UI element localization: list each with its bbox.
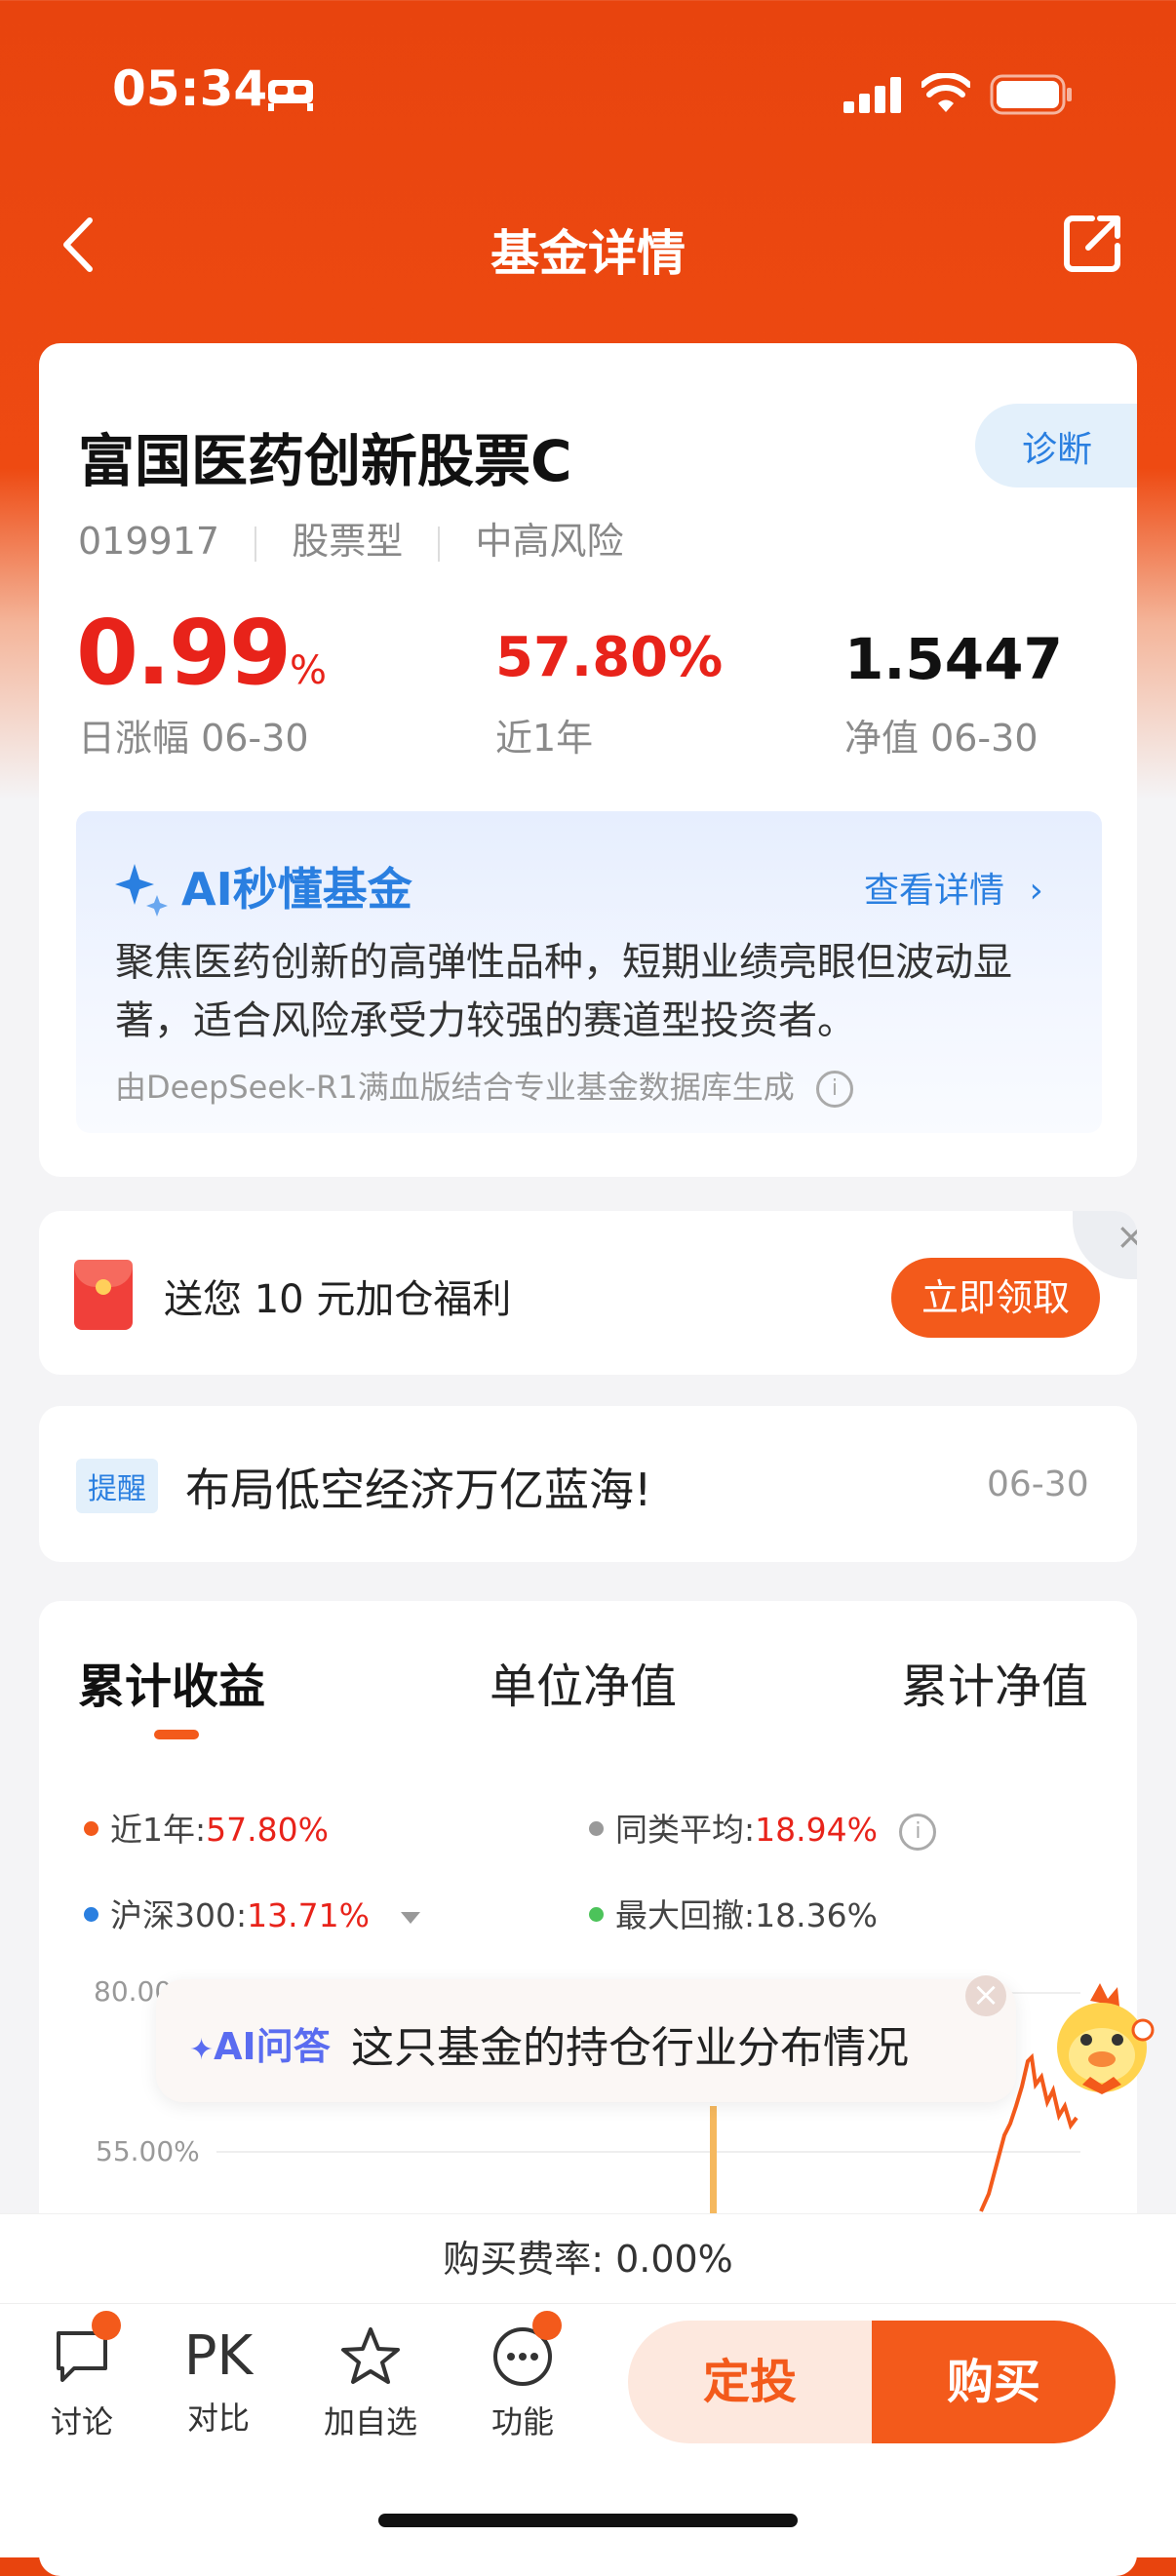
home-indicator[interactable]: [378, 2514, 798, 2527]
share-icon[interactable]: [1063, 213, 1123, 277]
ai-qa-label: ✦AI问答: [189, 2016, 331, 2070]
ai-card-link-label: 查看详情: [864, 871, 1005, 911]
dropdown-icon[interactable]: [401, 1911, 421, 1924]
claim-button[interactable]: 立即领取: [891, 1258, 1100, 1338]
tab-accumulated-nav[interactable]: 累计净值: [901, 1648, 1088, 1716]
notice-text: 布局低空经济万亿蓝海!: [185, 1464, 652, 1516]
info-icon[interactable]: i: [899, 1813, 937, 1851]
claim-button-label: 立即领取: [921, 1276, 1070, 1319]
legend-year-value: 57.80%: [206, 1811, 329, 1849]
ai-card-link[interactable]: 查看详情 ›: [864, 862, 1043, 913]
daily-change-value: 0.99: [76, 601, 292, 705]
ai-card-title: AI秒懂基金: [181, 863, 412, 916]
legend-dot-average: [589, 1821, 604, 1836]
watchlist-label: 加自选: [323, 2403, 417, 2440]
close-ai-qa-button[interactable]: ×: [965, 1975, 1006, 2016]
pk-icon: PK: [183, 2324, 254, 2388]
tab-active-indicator: [154, 1730, 199, 1739]
tab-unit-nav[interactable]: 单位净值: [490, 1648, 677, 1716]
chart-y-label-mid: 55.00%: [96, 2135, 200, 2167]
fee-text: 购买费率: 0.00%: [443, 2238, 733, 2281]
discuss-button[interactable]: 讨论: [23, 2325, 140, 2442]
info-icon[interactable]: i: [815, 1071, 853, 1108]
close-icon: ×: [1116, 1215, 1137, 1258]
promo-text: 送您 10 元加仓福利: [164, 1277, 512, 1322]
legend-drawdown-value: 18.36%: [755, 1896, 878, 1934]
ai-summary-card[interactable]: AI秒懂基金 查看详情 › 聚焦医药创新的高弹性品种，短期业绩亮眼但波动显著，适…: [76, 811, 1102, 1133]
fund-risk: 中高风险: [475, 520, 624, 563]
signal-icon: [843, 76, 902, 113]
notice-badge: 提醒: [76, 1459, 158, 1513]
fund-name: 富国医药创新股票C: [78, 428, 572, 494]
meta-divider: [438, 526, 441, 562]
legend-year-label: 近1年:: [110, 1811, 207, 1849]
daily-change-label: 日涨幅 06-30: [78, 717, 309, 760]
legend-hs300-value: 13.71%: [247, 1896, 370, 1934]
status-time: 05:34: [112, 60, 268, 117]
legend-hs300[interactable]: 沪深300:13.71%: [84, 1890, 421, 1936]
notification-dot: [532, 2311, 562, 2340]
daily-change: 0.99%: [76, 601, 327, 705]
legend-hs300-label: 沪深300:: [110, 1896, 248, 1934]
chart-marker-line: [710, 2106, 717, 2213]
diagnose-button[interactable]: 诊断: [975, 404, 1137, 488]
year-return-label: 近1年: [495, 717, 594, 760]
fund-type: 股票型: [292, 520, 404, 563]
sparkle-icon: [113, 860, 172, 922]
sip-button[interactable]: 定投: [628, 2321, 872, 2443]
legend-drawdown: 最大回撤:18.36%: [589, 1890, 878, 1936]
tab-cumulative-return[interactable]: 累计收益: [78, 1648, 265, 1716]
legend-dot-hs300: [84, 1907, 98, 1922]
legend-year: 近1年:57.80%: [84, 1804, 329, 1851]
page-title: 基金详情: [490, 225, 686, 282]
ai-card-summary: 聚焦医药创新的高弹性品种，短期业绩亮眼但波动显著，适合风险承受力较强的赛道型投资…: [115, 940, 1012, 1043]
notification-dot: [92, 2311, 121, 2340]
functions-button[interactable]: 功能: [464, 2325, 581, 2442]
fee-strip: 购买费率: 0.00%: [0, 2213, 1176, 2304]
legend-avg-label: 同类平均:: [615, 1811, 756, 1849]
fund-code: 019917: [78, 520, 220, 563]
notice-date: 06-30: [987, 1464, 1089, 1504]
diagnose-label: 诊断: [1022, 430, 1093, 470]
red-envelope-icon: [74, 1260, 133, 1330]
ai-qa-question: 这只基金的持仓行业分布情况: [351, 2023, 909, 2073]
meta-divider: [255, 526, 257, 562]
legend-drawdown-label: 最大回撤:: [615, 1896, 756, 1934]
ai-qa-bubble[interactable]: ✦AI问答 这只基金的持仓行业分布情况: [156, 1979, 1016, 2102]
fund-header-card: 富国医药创新股票C 诊断 019917 股票型 中高风险 0.99% 日涨幅 0…: [39, 343, 1137, 1177]
ai-qa-label-text: AI问答: [214, 2025, 331, 2068]
legend-dot-year: [84, 1821, 98, 1836]
nav-label: 净值 06-30: [844, 717, 1039, 760]
sparkle-icon: ✦: [189, 2033, 215, 2067]
battery-icon: [990, 74, 1074, 119]
notice-card[interactable]: 提醒 布局低空经济万亿蓝海! 06-30: [39, 1406, 1137, 1562]
functions-label: 功能: [490, 2403, 554, 2440]
wifi-icon: [920, 72, 972, 118]
buy-button[interactable]: 购买: [872, 2321, 1116, 2443]
ai-card-source-text: 由DeepSeek-R1满血版结合专业基金数据库生成: [115, 1069, 795, 1106]
year-return-value: 57.80%: [495, 626, 724, 689]
watchlist-button[interactable]: 加自选: [312, 2325, 429, 2442]
legend-dot-drawdown: [589, 1907, 604, 1922]
chevron-right-icon: ›: [1029, 871, 1043, 911]
compare-label: 对比: [186, 2400, 250, 2437]
chart-gridline: [216, 2151, 1080, 2153]
fund-meta: 019917 股票型 中高风险: [78, 511, 623, 565]
legend-avg-value: 18.94%: [755, 1811, 878, 1849]
ai-card-source: 由DeepSeek-R1满血版结合专业基金数据库生成 i: [115, 1063, 853, 1108]
bed-icon: [266, 78, 315, 113]
compare-button[interactable]: PK 对比: [160, 2325, 277, 2439]
sip-button-label: 定投: [702, 2355, 797, 2409]
promo-card: 送您 10 元加仓福利 立即领取 ×: [39, 1211, 1137, 1375]
nav-value: 1.5447: [844, 626, 1063, 692]
star-icon: [341, 2327, 400, 2384]
buy-button-label: 购买: [946, 2355, 1040, 2409]
mascot-icon[interactable]: [1043, 1979, 1160, 2106]
discuss-label: 讨论: [50, 2403, 113, 2440]
daily-change-unit: %: [290, 648, 328, 693]
legend-average: 同类平均:18.94% i: [589, 1804, 937, 1851]
